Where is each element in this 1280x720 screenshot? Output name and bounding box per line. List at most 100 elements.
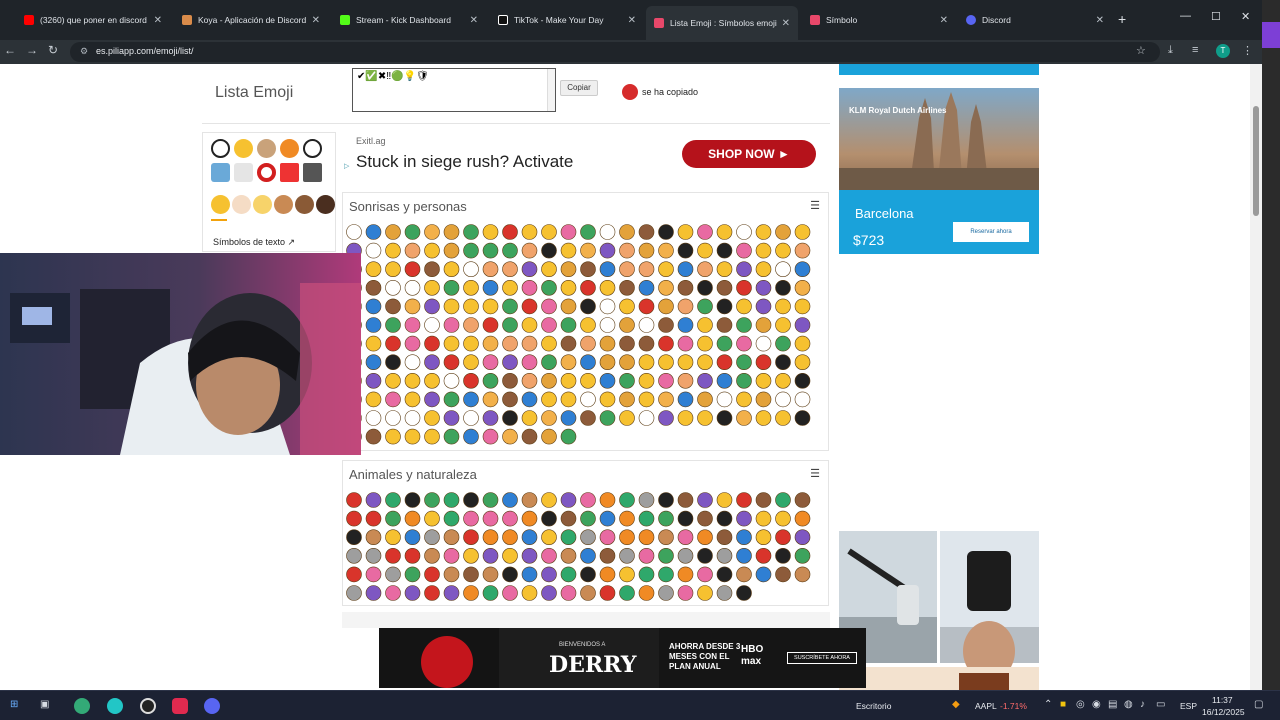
emoji-glyph[interactable]	[385, 280, 401, 296]
site-info-icon[interactable]: ⚙	[80, 46, 88, 57]
emoji-glyph[interactable]	[736, 548, 752, 564]
emoji-glyph[interactable]	[404, 510, 421, 527]
skin-tone-default-icon[interactable]	[211, 195, 230, 214]
emoji-glyph[interactable]	[502, 428, 518, 445]
emoji-glyph[interactable]	[580, 335, 596, 352]
close-tab-icon[interactable]: ✕	[628, 15, 636, 26]
flag-icon[interactable]	[280, 163, 299, 182]
emoji-glyph[interactable]	[580, 224, 596, 240]
emoji-glyph[interactable]	[658, 298, 674, 315]
emoji-glyph[interactable]	[736, 224, 752, 240]
clock-time[interactable]: 11:37	[1212, 695, 1233, 705]
clock-icon[interactable]	[211, 139, 230, 158]
emoji-glyph[interactable]	[638, 391, 655, 408]
emoji-glyph[interactable]	[599, 373, 616, 389]
emoji-glyph[interactable]	[716, 529, 733, 546]
emoji-glyph[interactable]	[521, 548, 538, 564]
emoji-glyph[interactable]	[599, 335, 616, 352]
emoji-glyph[interactable]	[697, 510, 713, 527]
emoji-glyph[interactable]	[346, 492, 362, 508]
emoji-glyph[interactable]	[794, 354, 811, 370]
smiley-icon[interactable]	[234, 139, 253, 158]
emoji-glyph[interactable]	[658, 261, 674, 278]
emoji-glyph[interactable]	[541, 410, 557, 426]
emoji-glyph[interactable]	[541, 354, 557, 370]
emoji-glyph[interactable]	[619, 280, 635, 296]
emoji-glyph[interactable]	[365, 492, 382, 508]
emoji-glyph[interactable]	[560, 354, 577, 370]
emoji-glyph[interactable]	[736, 242, 752, 259]
close-tab-icon[interactable]: ✕	[940, 15, 948, 26]
emoji-glyph[interactable]	[619, 354, 635, 370]
emoji-glyph[interactable]	[794, 261, 811, 278]
emoji-glyph[interactable]	[775, 280, 791, 296]
emoji-glyph[interactable]	[755, 335, 772, 352]
emoji-glyph[interactable]	[365, 354, 382, 370]
emoji-glyph[interactable]	[794, 410, 811, 426]
emoji-glyph[interactable]	[658, 585, 674, 601]
emoji-glyph[interactable]	[755, 261, 772, 278]
emoji-glyph[interactable]	[404, 354, 421, 370]
emoji-glyph[interactable]	[599, 510, 616, 527]
emoji-glyph[interactable]	[775, 354, 791, 370]
emoji-glyph[interactable]	[541, 548, 557, 564]
profile-avatar[interactable]: T	[1216, 44, 1230, 58]
emoji-glyph[interactable]	[619, 410, 635, 426]
emoji-glyph[interactable]	[736, 492, 752, 508]
emoji-glyph[interactable]	[424, 317, 440, 333]
emoji-glyph[interactable]	[385, 317, 401, 333]
emoji-glyph[interactable]	[365, 373, 382, 389]
emoji-glyph[interactable]	[619, 566, 635, 583]
emoji-glyph[interactable]	[463, 529, 479, 546]
emoji-glyph[interactable]	[716, 410, 733, 426]
emoji-glyph[interactable]	[365, 585, 382, 601]
emoji-glyph[interactable]	[736, 510, 752, 527]
emoji-glyph[interactable]	[599, 280, 616, 296]
emoji-glyph[interactable]	[677, 242, 694, 259]
emoji-glyph[interactable]	[716, 510, 733, 527]
emoji-glyph[interactable]	[580, 529, 596, 546]
reservar-button[interactable]: Reservar ahora	[953, 222, 1029, 242]
close-tab-icon[interactable]: ✕	[312, 15, 320, 26]
emoji-glyph[interactable]	[502, 391, 518, 408]
emoji-glyph[interactable]	[697, 335, 713, 352]
food-icon[interactable]	[280, 139, 299, 158]
tray-icon[interactable]: ◍	[1124, 699, 1133, 710]
emoji-glyph[interactable]	[385, 261, 401, 278]
emoji-glyph[interactable]	[755, 317, 772, 333]
emoji-glyph[interactable]	[638, 317, 655, 333]
emoji-glyph[interactable]	[794, 510, 811, 527]
emoji-glyph[interactable]	[775, 566, 791, 583]
emoji-glyph[interactable]	[482, 410, 499, 426]
emoji-glyph[interactable]	[541, 566, 557, 583]
emoji-glyph[interactable]	[638, 510, 655, 527]
emoji-glyph[interactable]	[502, 566, 518, 583]
hbo-max-ad[interactable]: BIENVENIDOS A DERRY AHORRA DESDE 3 MESES…	[379, 628, 866, 688]
emoji-glyph[interactable]	[560, 410, 577, 426]
emoji-glyph[interactable]	[716, 298, 733, 315]
emoji-glyph[interactable]	[677, 510, 694, 527]
emoji-glyph[interactable]	[658, 529, 674, 546]
app-taskbar-icon[interactable]	[107, 698, 123, 714]
emoji-glyph[interactable]	[775, 242, 791, 259]
emoji-glyph[interactable]	[677, 373, 694, 389]
windows-start-icon[interactable]: ⊞	[10, 699, 18, 710]
side-panel-icon[interactable]	[1262, 22, 1280, 48]
emoji-glyph[interactable]	[385, 529, 401, 546]
emoji-glyph[interactable]	[424, 335, 440, 352]
emoji-glyph[interactable]	[463, 280, 479, 296]
emoji-glyph[interactable]	[541, 298, 557, 315]
emoji-glyph[interactable]	[404, 242, 421, 259]
kebab-menu-icon[interactable]: ⋮	[1242, 44, 1253, 57]
emoji-glyph[interactable]	[482, 548, 499, 564]
emoji-glyph[interactable]	[697, 242, 713, 259]
chevron-up-icon[interactable]: ⌃	[1044, 699, 1052, 710]
emoji-glyph[interactable]	[599, 391, 616, 408]
emoji-glyph[interactable]	[463, 510, 479, 527]
tray-icon[interactable]: ▤	[1108, 699, 1117, 710]
emoji-glyph[interactable]	[599, 261, 616, 278]
emoji-glyph[interactable]	[502, 548, 518, 564]
soccer-ball-icon[interactable]	[303, 139, 322, 158]
emoji-glyph[interactable]	[697, 261, 713, 278]
emoji-glyph[interactable]	[482, 492, 499, 508]
